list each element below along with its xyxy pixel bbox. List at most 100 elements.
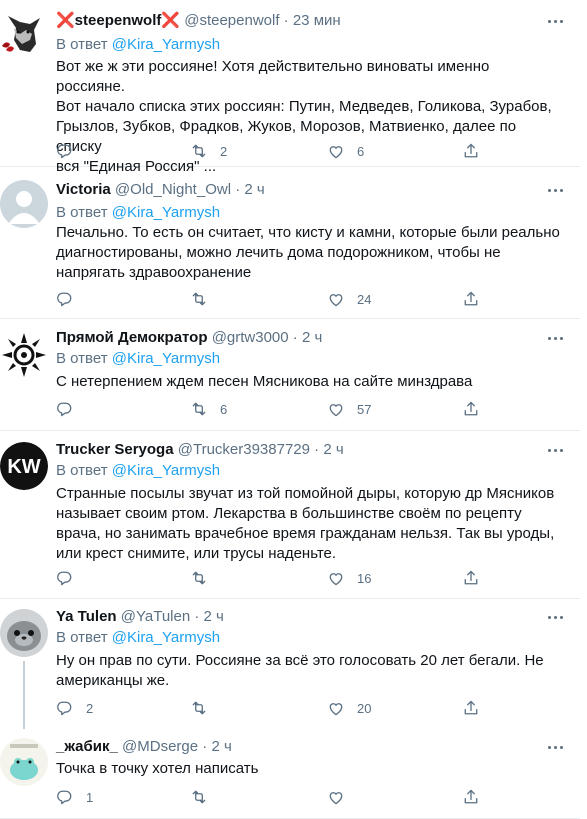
author-handle[interactable]: @Old_Night_Owl xyxy=(115,181,231,198)
timestamp[interactable]: 2 ч xyxy=(323,441,343,458)
timestamp[interactable]: 2 ч xyxy=(211,738,231,755)
mention-link[interactable]: @Kira_Yarmysh xyxy=(112,350,220,367)
reply-prefix: В ответ xyxy=(56,36,108,53)
like-icon xyxy=(329,404,343,417)
default-avatar[interactable] xyxy=(0,180,48,228)
tweet-actions: 1 xyxy=(56,787,496,807)
author-handle[interactable]: @grtw3000 xyxy=(212,329,289,346)
author-handle[interactable]: @MDserge xyxy=(122,738,198,755)
more-options-icon[interactable] xyxy=(545,740,567,754)
mention-link[interactable]: @Kira_Yarmysh xyxy=(112,204,220,221)
tweet[interactable]: KW Trucker Seryoga @Trucker39387729 · 2 … xyxy=(0,431,580,599)
reply-button[interactable]: 1 xyxy=(56,787,93,807)
retweet-button[interactable] xyxy=(190,289,220,309)
emblem-avatar[interactable] xyxy=(0,331,48,379)
seal-avatar[interactable] xyxy=(0,609,48,657)
timestamp[interactable]: 2 ч xyxy=(302,329,322,346)
author-name[interactable]: Trucker Seryoga xyxy=(56,441,174,458)
timestamp[interactable]: 2 ч xyxy=(244,181,264,198)
retweet-button[interactable]: 2 xyxy=(190,141,227,161)
like-icon xyxy=(329,294,343,307)
like-button[interactable]: 16 xyxy=(327,568,371,588)
more-options-icon[interactable] xyxy=(545,443,567,457)
like-count: 24 xyxy=(357,291,372,307)
like-button[interactable]: 24 xyxy=(327,289,371,309)
reply-icon xyxy=(57,292,72,307)
author-name[interactable]: ❌steepenwolf❌ xyxy=(56,12,180,29)
reply-context: В ответ @Kira_Yarmysh xyxy=(56,35,220,55)
tweet[interactable]: ❌steepenwolf❌ @steepenwolf · 23 мин В от… xyxy=(0,0,580,175)
reply-count: 2 xyxy=(86,700,94,716)
share-button[interactable] xyxy=(462,141,480,161)
separator-dot: · xyxy=(202,738,208,755)
more-options-icon[interactable] xyxy=(545,14,567,28)
tweet-text: С нетерпением ждем песен Мясникова на са… xyxy=(56,373,473,390)
retweet-icon xyxy=(192,790,206,804)
retweet-button[interactable] xyxy=(190,568,220,588)
separator-dot: · xyxy=(194,608,200,625)
tweet[interactable]: Прямой Демократор @grtw3000 · 2 ч В отве… xyxy=(0,319,580,431)
author-name[interactable]: _жабик_ xyxy=(56,738,118,755)
share-button[interactable] xyxy=(462,568,480,588)
retweet-icon xyxy=(192,144,206,158)
share-button[interactable] xyxy=(462,289,480,309)
retweet-button[interactable] xyxy=(190,698,220,718)
kw-avatar[interactable]: KW xyxy=(0,442,48,490)
like-button[interactable]: 6 xyxy=(327,141,364,161)
tweet-header: Victoria @Old_Night_Owl · 2 ч xyxy=(56,180,265,200)
more-options-icon[interactable] xyxy=(545,610,567,624)
like-count: 57 xyxy=(357,401,372,417)
share-button[interactable] xyxy=(462,399,480,419)
reply-button[interactable] xyxy=(56,289,86,309)
like-count: 6 xyxy=(357,143,365,159)
like-icon xyxy=(329,792,343,805)
tweet[interactable]: Ya Tulen @YaTulen · 2 ч В ответ @Kira_Ya… xyxy=(0,599,580,729)
reply-count: 1 xyxy=(86,789,94,805)
tweet-header: Trucker Seryoga @Trucker39387729 · 2 ч xyxy=(56,440,344,460)
separator-dot: · xyxy=(283,12,289,29)
author-handle[interactable]: @Trucker39387729 xyxy=(178,441,310,458)
mention-link[interactable]: @Kira_Yarmysh xyxy=(112,462,220,479)
more-options-icon[interactable] xyxy=(545,331,567,345)
thread-connector xyxy=(23,661,25,729)
frog-avatar[interactable] xyxy=(0,738,48,786)
mention-link[interactable]: @Kira_Yarmysh xyxy=(112,36,220,53)
tweet-text: Ну он прав по сути. Россияне за всё это … xyxy=(56,652,544,689)
reply-context: В ответ @Kira_Yarmysh xyxy=(56,461,220,481)
mention-link[interactable]: @Kira_Yarmysh xyxy=(112,629,220,646)
timestamp[interactable]: 23 мин xyxy=(293,12,341,29)
like-button[interactable] xyxy=(327,787,357,807)
tweet[interactable]: _жабик_ @MDserge · 2 ч Точка в точку хот… xyxy=(0,729,580,819)
more-options-icon[interactable] xyxy=(545,183,567,197)
author-name[interactable]: Прямой Демократор xyxy=(56,329,208,346)
retweet-button[interactable] xyxy=(190,787,220,807)
like-icon xyxy=(329,146,343,159)
reply-button[interactable]: 2 xyxy=(56,698,93,718)
tweet-text: Печально. То есть он считает, что кисту … xyxy=(56,224,560,281)
tweet-actions: 16 xyxy=(56,568,496,588)
reply-prefix: В ответ xyxy=(56,629,108,646)
share-button[interactable] xyxy=(462,787,480,807)
retweet-icon xyxy=(192,701,206,715)
retweet-count: 2 xyxy=(220,143,228,159)
reply-prefix: В ответ xyxy=(56,204,108,221)
author-handle[interactable]: @steepenwolf xyxy=(184,12,279,29)
reply-button[interactable] xyxy=(56,568,86,588)
like-button[interactable]: 57 xyxy=(327,399,371,419)
tweet-header: Ya Tulen @YaTulen · 2 ч xyxy=(56,607,224,627)
tweet[interactable]: Victoria @Old_Night_Owl · 2 ч В ответ @K… xyxy=(0,167,580,319)
reply-button[interactable] xyxy=(56,399,86,419)
separator-dot: · xyxy=(314,441,320,458)
separator-dot: · xyxy=(235,181,241,198)
share-button[interactable] xyxy=(462,698,480,718)
share-icon xyxy=(464,143,478,158)
reply-button[interactable] xyxy=(56,141,86,161)
author-name[interactable]: Ya Tulen xyxy=(56,608,117,625)
author-handle[interactable]: @YaTulen xyxy=(121,608,190,625)
author-name[interactable]: Victoria xyxy=(56,181,111,198)
retweet-button[interactable]: 6 xyxy=(190,399,227,419)
timestamp[interactable]: 2 ч xyxy=(204,608,224,625)
like-button[interactable]: 20 xyxy=(327,698,371,718)
tweet-actions: 6 57 xyxy=(56,399,496,419)
wolf-avatar[interactable] xyxy=(0,10,47,57)
